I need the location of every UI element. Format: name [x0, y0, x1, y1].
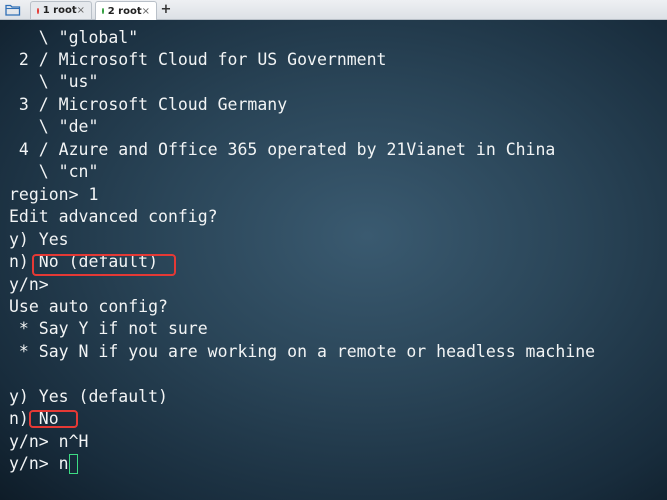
terminal-line: 2 / Microsoft Cloud for US Government [9, 50, 387, 69]
terminal-app-window: 1 root × 2 root × + \ "global" 2 / Micro… [0, 0, 667, 500]
terminal-line: region> 1 [9, 185, 99, 204]
terminal-line: Edit advanced config? [9, 207, 218, 226]
text-cursor [69, 454, 78, 474]
tab-title: 1 root [42, 5, 77, 16]
close-icon[interactable]: × [77, 5, 85, 16]
terminal-line: 3 / Microsoft Cloud Germany [9, 95, 288, 114]
terminal-line: * Say Y if not sure [9, 319, 208, 338]
tab-status-dot [102, 8, 104, 14]
highlight-box-no-default [32, 254, 176, 276]
tab-status-dot [37, 7, 39, 14]
tab-2-root[interactable]: 2 root × [95, 1, 157, 20]
terminal-output[interactable]: \ "global" 2 / Microsoft Cloud for US Go… [0, 20, 667, 500]
tab-bar: 1 root × 2 root × + [0, 0, 667, 20]
terminal-line: y) Yes [9, 230, 69, 249]
terminal-line: y/n> [9, 275, 49, 294]
terminal-line: \ "cn" [9, 162, 99, 181]
terminal-line: * Say N if you are working on a remote o… [9, 342, 596, 361]
plus-icon[interactable]: + [159, 1, 173, 18]
tab-title: 2 root [107, 5, 142, 17]
terminal-line: 4 / Azure and Office 365 operated by 21V… [9, 140, 556, 159]
terminal-line: \ "us" [9, 72, 99, 91]
terminal-line: y) Yes (default) [9, 387, 168, 406]
folder-icon [5, 4, 21, 16]
open-folder-button[interactable] [0, 0, 26, 19]
tab-1-root[interactable]: 1 root × [30, 1, 92, 19]
terminal-line: y/n> n [9, 454, 69, 473]
terminal-line: \ "global" [9, 28, 139, 47]
terminal-line: \ "de" [9, 117, 99, 136]
highlight-box-no [29, 410, 78, 428]
terminal-line: Use auto config? [9, 297, 168, 316]
terminal-line: y/n> n^H [9, 432, 89, 451]
close-icon[interactable]: × [142, 6, 150, 17]
